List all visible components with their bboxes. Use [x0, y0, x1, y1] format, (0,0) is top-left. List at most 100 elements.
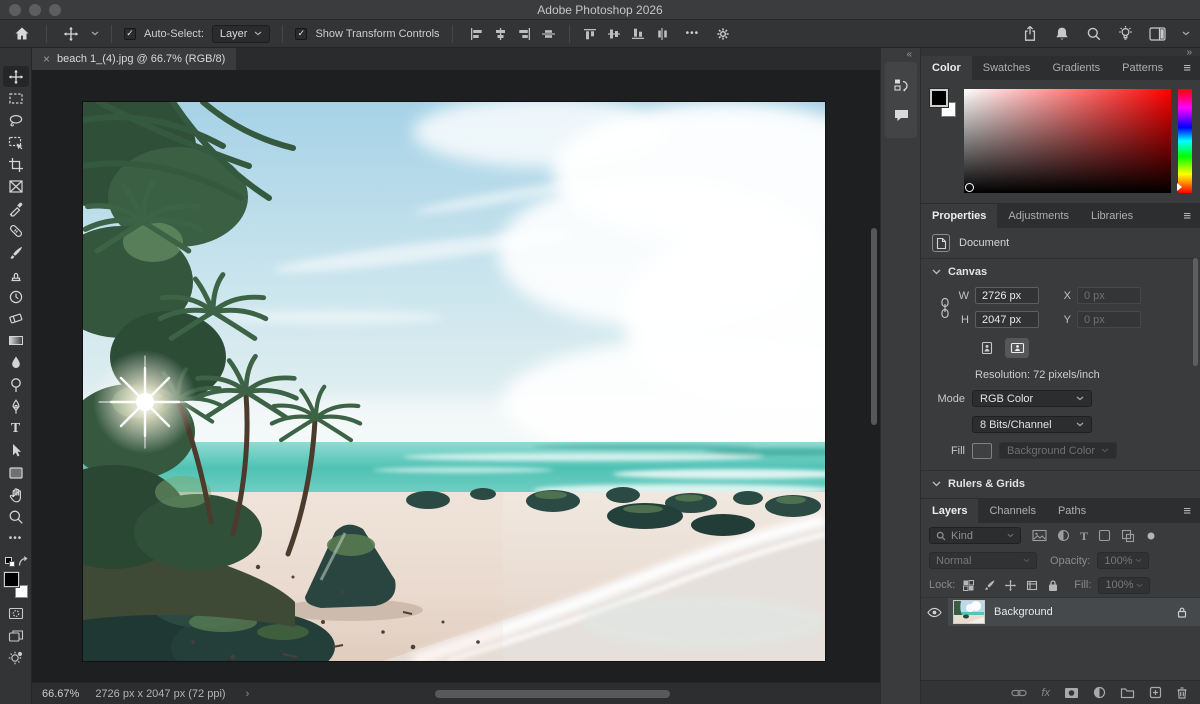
tab-layers[interactable]: Layers	[921, 499, 979, 523]
tab-swatches[interactable]: Swatches	[972, 56, 1042, 80]
close-tab-icon[interactable]: ×	[43, 52, 50, 66]
expand-panels-left-icon[interactable]: «	[906, 49, 912, 60]
color-mode-dropdown[interactable]: RGB Color	[972, 390, 1092, 407]
gradient-tool[interactable]	[3, 330, 29, 351]
rectangle-shape-tool[interactable]	[3, 462, 29, 483]
screen-mode-button[interactable]	[3, 625, 29, 646]
more-align-options-button[interactable]: •••	[682, 23, 704, 45]
align-left-edges-icon[interactable]	[469, 27, 484, 41]
selected-layer-area[interactable]: Background	[948, 598, 1200, 626]
layer-locked-icon[interactable]	[1176, 606, 1188, 619]
layers-panel-menu-icon[interactable]: ≡	[1183, 503, 1191, 518]
tool-settings-gear-icon[interactable]	[711, 23, 735, 45]
layer-thumbnail[interactable]	[953, 600, 985, 624]
hand-tool[interactable]	[3, 484, 29, 505]
type-tool[interactable]: T	[3, 418, 29, 439]
spot-healing-brush-tool[interactable]	[3, 220, 29, 241]
filter-pixel-layers-icon[interactable]	[1032, 529, 1047, 542]
color-field-marker[interactable]	[965, 183, 974, 192]
hue-slider[interactable]	[1177, 89, 1192, 193]
lock-image-pixels-icon[interactable]	[983, 579, 996, 592]
filter-adjustment-layers-icon[interactable]	[1057, 529, 1070, 542]
link-layers-icon[interactable]	[1011, 688, 1028, 698]
path-selection-tool[interactable]	[3, 440, 29, 461]
align-top-edges-icon[interactable]	[583, 27, 598, 41]
zoom-level[interactable]: 66.67%	[42, 688, 79, 700]
crop-tool[interactable]	[3, 154, 29, 175]
delete-layer-trash-icon[interactable]	[1176, 686, 1188, 699]
panel-foreground-swatch[interactable]	[929, 88, 949, 108]
fill-color-swatch[interactable]	[972, 442, 992, 459]
distribute-vertical-icon[interactable]	[655, 27, 670, 41]
move-tool-preset[interactable]	[59, 23, 83, 45]
status-options-chevron[interactable]: ›	[246, 688, 250, 700]
width-input[interactable]: 2726 px	[975, 287, 1039, 304]
add-layer-mask-icon[interactable]	[1064, 687, 1079, 699]
filter-toggle-icon[interactable]	[1147, 532, 1155, 540]
lock-position-icon[interactable]	[1004, 579, 1017, 592]
foreground-color-swatch[interactable]	[2, 571, 20, 588]
color-panel-menu-icon[interactable]: ≡	[1183, 60, 1191, 75]
quick-mask-mode-button[interactable]	[3, 603, 29, 624]
document-tab[interactable]: × beach 1_(4).jpg @ 66.7% (RGB/8)	[32, 48, 237, 70]
comments-panel-icon[interactable]	[893, 108, 910, 123]
new-adjustment-layer-icon[interactable]	[1093, 686, 1106, 699]
tab-color[interactable]: Color	[921, 56, 972, 80]
chevron-down-icon[interactable]	[1182, 31, 1190, 36]
zoom-tool[interactable]	[3, 506, 29, 527]
canvas-pasteboard[interactable]	[32, 70, 880, 682]
chevron-down-icon[interactable]	[91, 31, 99, 36]
bit-depth-dropdown[interactable]: 8 Bits/Channel	[972, 416, 1092, 433]
new-layer-icon[interactable]	[1149, 686, 1162, 699]
rectangular-marquee-tool[interactable]	[3, 88, 29, 109]
show-transform-checkbox[interactable]: ✓	[295, 27, 308, 40]
lasso-tool[interactable]	[3, 110, 29, 131]
properties-scrollbar[interactable]	[1193, 258, 1198, 366]
tab-properties[interactable]: Properties	[921, 204, 998, 228]
history-brush-tool[interactable]	[3, 286, 29, 307]
tab-adjustments[interactable]: Adjustments	[997, 204, 1080, 228]
beach-photo-canvas[interactable]	[83, 102, 825, 661]
tab-libraries[interactable]: Libraries	[1080, 204, 1144, 228]
tab-paths[interactable]: Paths	[1047, 499, 1097, 523]
new-group-folder-icon[interactable]	[1120, 687, 1135, 699]
notifications-bell-icon[interactable]	[1054, 26, 1070, 42]
search-icon[interactable]	[1086, 26, 1102, 42]
canvas-vertical-scrollbar[interactable]	[871, 228, 877, 425]
canvas-section-header[interactable]: Canvas	[932, 266, 1189, 278]
hue-slider-marker[interactable]	[1177, 183, 1182, 191]
layer-effects-button[interactable]: fx	[1041, 687, 1050, 699]
properties-panel-menu-icon[interactable]: ≡	[1183, 208, 1191, 223]
portrait-orientation-button[interactable]	[975, 338, 999, 358]
brush-tool[interactable]	[3, 242, 29, 263]
edit-toolbar-button[interactable]: •••	[3, 528, 29, 549]
share-for-review-button[interactable]	[3, 647, 29, 668]
dodge-tool[interactable]	[3, 374, 29, 395]
discover-lightbulb-icon[interactable]	[1118, 25, 1133, 42]
filter-smart-objects-icon[interactable]	[1121, 529, 1135, 543]
swap-colors-icon[interactable]	[17, 556, 29, 568]
distribute-horizontal-icon[interactable]	[541, 27, 556, 41]
workspace-switcher-icon[interactable]	[1149, 26, 1166, 41]
filter-shape-layers-icon[interactable]	[1098, 529, 1111, 542]
move-tool[interactable]	[2, 66, 29, 87]
tab-patterns[interactable]: Patterns	[1111, 56, 1174, 80]
align-vertical-centers-icon[interactable]	[607, 27, 622, 41]
pen-tool[interactable]	[3, 396, 29, 417]
auto-select-target-dropdown[interactable]: Layer	[211, 24, 271, 43]
rulers-grids-header[interactable]: Rulers & Grids	[932, 478, 1189, 490]
close-window-button[interactable]	[9, 4, 21, 16]
frame-tool[interactable]	[3, 176, 29, 197]
kind-filter-dropdown[interactable]: Kind	[929, 527, 1021, 544]
lock-artboard-icon[interactable]	[1025, 579, 1039, 592]
canvas-horizontal-scrollbar[interactable]	[435, 690, 670, 698]
blur-tool[interactable]	[3, 352, 29, 373]
landscape-orientation-button[interactable]	[1005, 338, 1029, 358]
zoom-window-button[interactable]	[49, 4, 61, 16]
lock-transparency-icon[interactable]	[962, 579, 975, 592]
height-input[interactable]: 2047 px	[975, 311, 1039, 328]
eyedropper-tool[interactable]	[3, 198, 29, 219]
link-dimensions-icon[interactable]	[932, 287, 958, 328]
home-button[interactable]	[10, 23, 34, 45]
share-icon[interactable]	[1022, 25, 1038, 42]
